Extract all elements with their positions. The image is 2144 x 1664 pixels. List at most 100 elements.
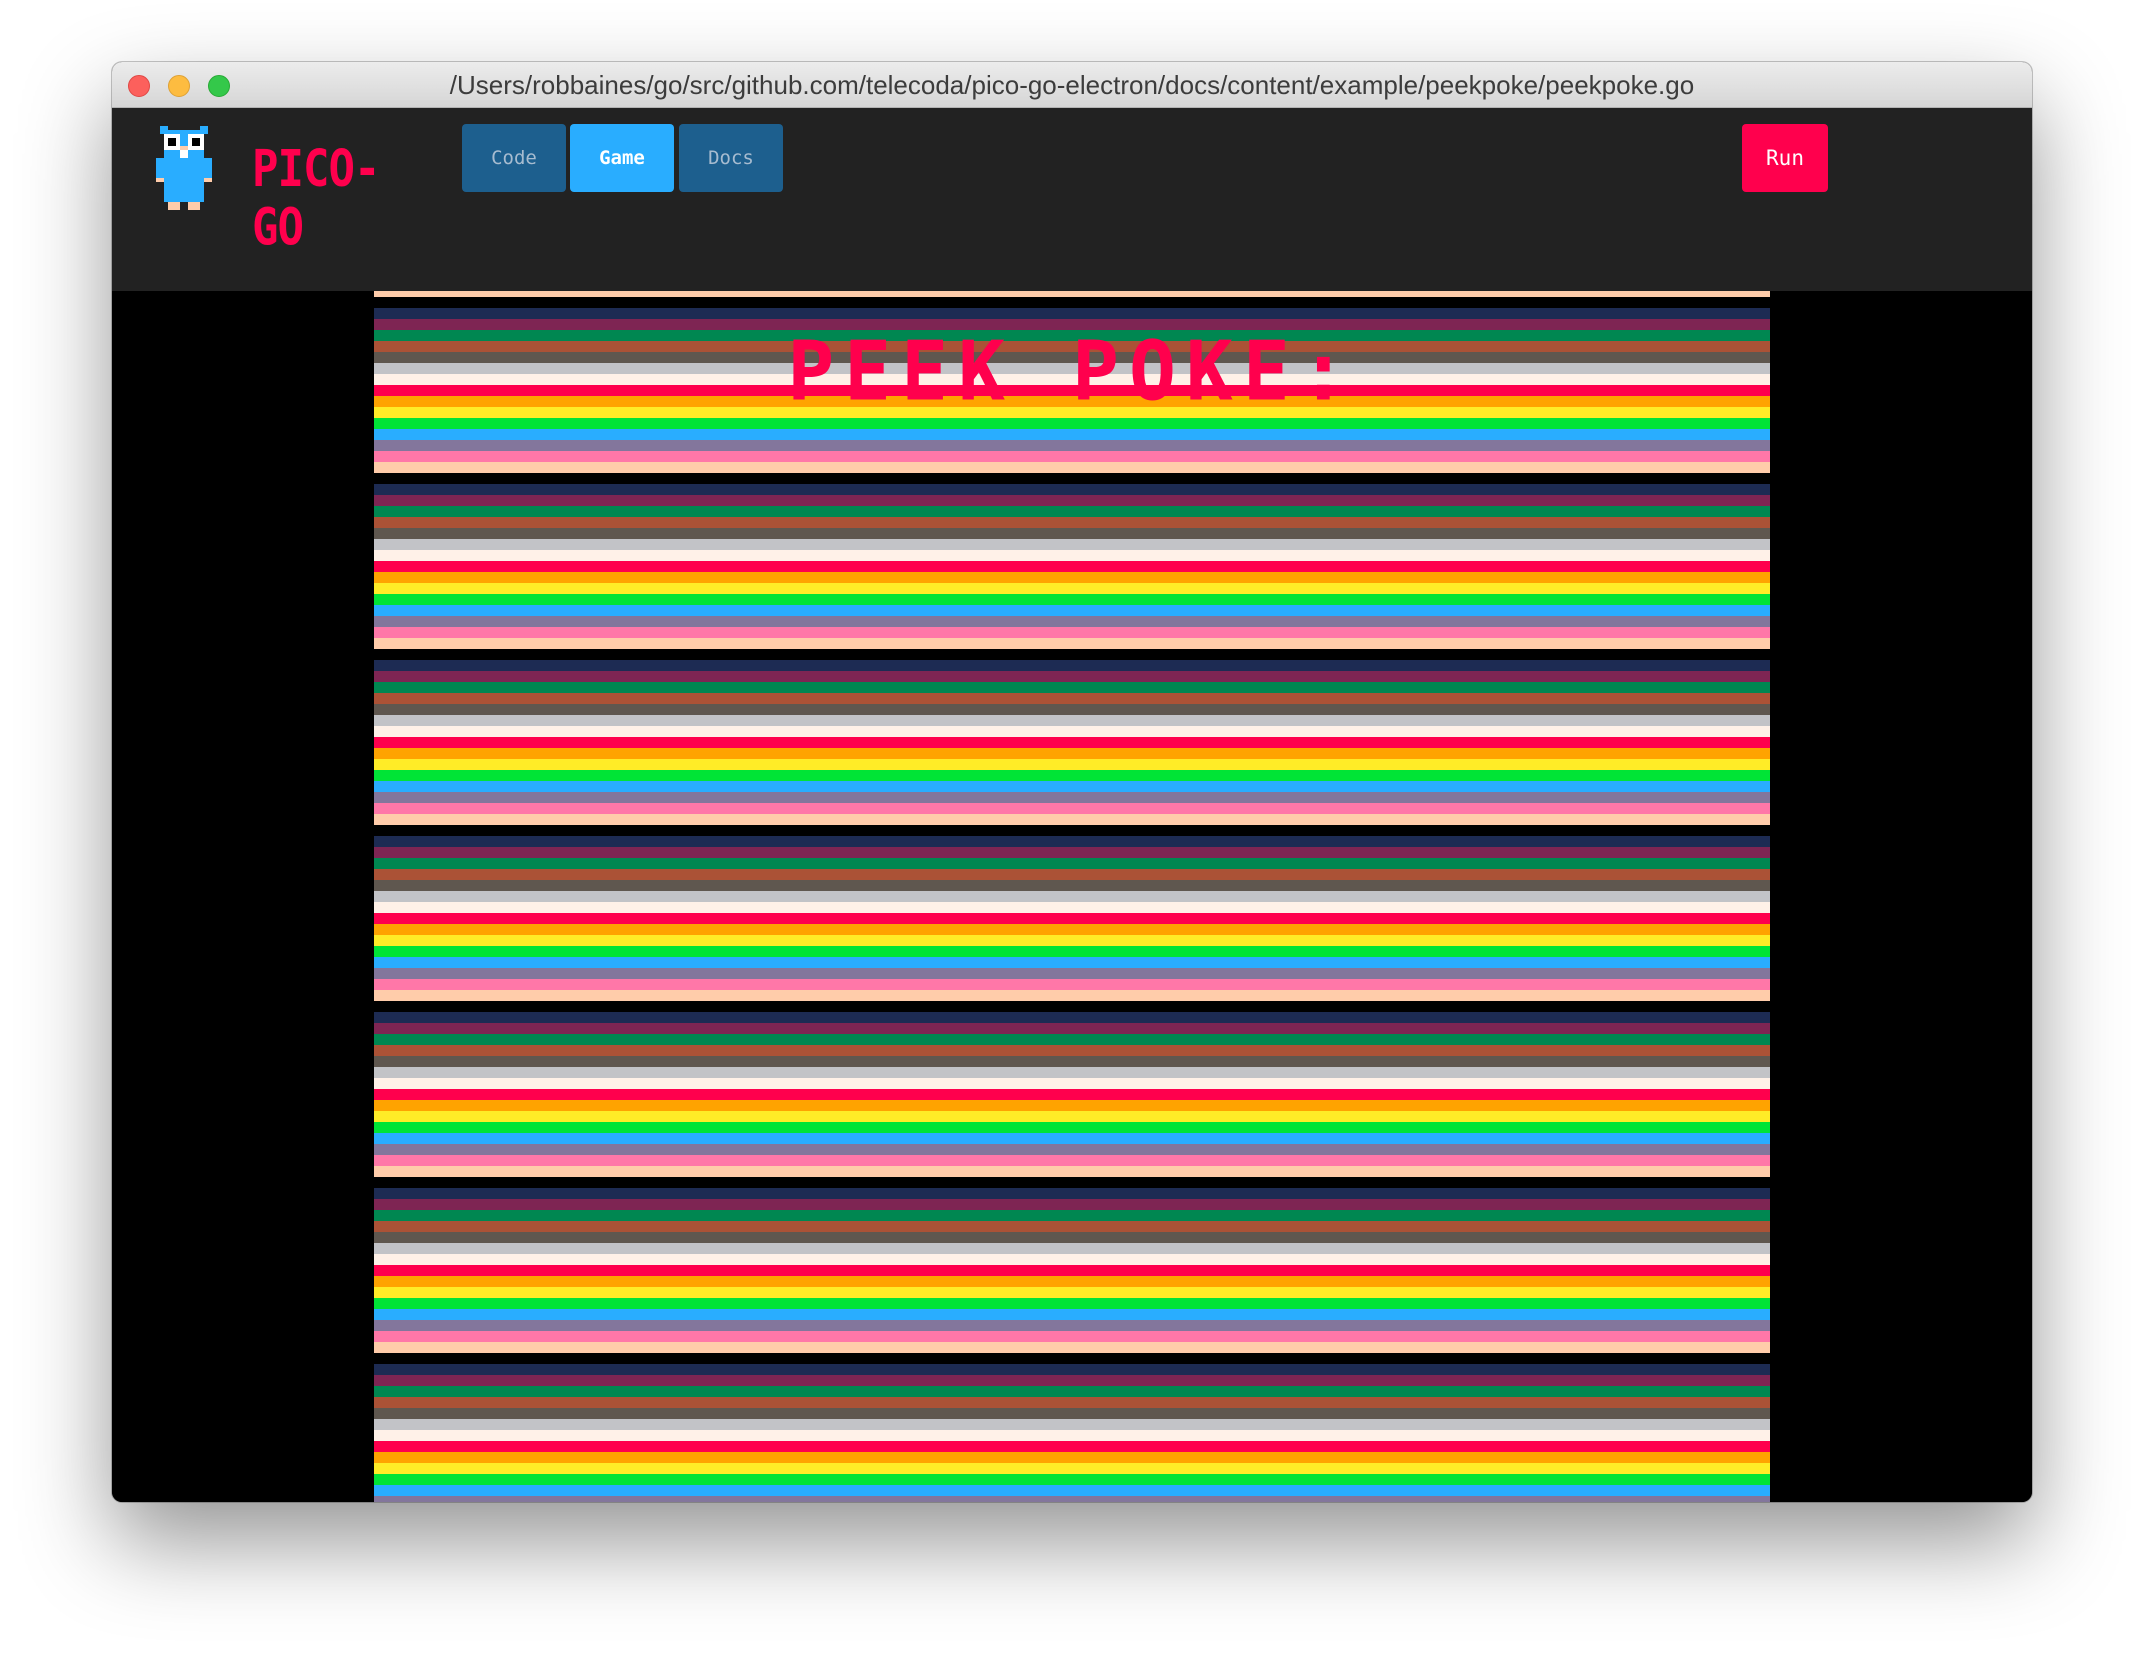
palette-stripe xyxy=(374,594,1770,605)
palette-stripe xyxy=(374,836,1770,847)
palette-stripe xyxy=(374,308,1770,319)
palette-stripe xyxy=(374,1430,1770,1441)
palette-stripe xyxy=(374,1067,1770,1078)
palette-stripe xyxy=(374,946,1770,957)
palette-stripe xyxy=(374,682,1770,693)
palette-stripe xyxy=(374,1210,1770,1221)
palette-stripe xyxy=(374,1243,1770,1254)
palette-stripe xyxy=(374,770,1770,781)
logo-text: PICO-GO xyxy=(252,140,380,258)
palette-stripe xyxy=(374,440,1770,451)
palette-stripe xyxy=(374,649,1770,660)
palette-stripe xyxy=(374,935,1770,946)
palette-stripe xyxy=(374,627,1770,638)
palette-stripe xyxy=(374,1309,1770,1320)
gopher-icon xyxy=(156,126,212,210)
palette-stripe xyxy=(374,1265,1770,1276)
palette-stripe xyxy=(374,1441,1770,1452)
palette-stripe xyxy=(374,1056,1770,1067)
palette-stripe xyxy=(374,1012,1770,1023)
palette-stripe xyxy=(374,605,1770,616)
palette-stripe xyxy=(374,1496,1770,1502)
palette-stripe xyxy=(374,1023,1770,1034)
palette-stripe xyxy=(374,1320,1770,1331)
palette-stripe xyxy=(374,561,1770,572)
palette-stripe xyxy=(374,506,1770,517)
palette-stripe xyxy=(374,726,1770,737)
palette-stripe xyxy=(374,715,1770,726)
title-bar[interactable]: /Users/robbaines/go/src/github.com/telec… xyxy=(112,62,2032,108)
palette-stripe xyxy=(374,484,1770,495)
palette-stripe xyxy=(374,1122,1770,1133)
palette-stripe xyxy=(374,1188,1770,1199)
tab-docs[interactable]: Docs xyxy=(679,124,783,192)
palette-stripe xyxy=(374,968,1770,979)
palette-stripe xyxy=(374,1463,1770,1474)
palette-stripe xyxy=(374,693,1770,704)
palette-stripe xyxy=(374,1408,1770,1419)
palette-stripe xyxy=(374,1111,1770,1122)
window-title: /Users/robbaines/go/src/github.com/telec… xyxy=(449,70,1695,100)
app-window: /Users/robbaines/go/src/github.com/telec… xyxy=(112,62,2032,1502)
palette-stripe xyxy=(374,1298,1770,1309)
palette-stripe xyxy=(374,748,1770,759)
tab-game[interactable]: Game xyxy=(570,124,674,192)
palette-stripe xyxy=(374,781,1770,792)
palette-stripe xyxy=(374,550,1770,561)
palette-stripe xyxy=(374,1287,1770,1298)
palette-stripe xyxy=(374,1221,1770,1232)
palette-stripe xyxy=(374,759,1770,770)
palette-stripe xyxy=(374,957,1770,968)
palette-stripe xyxy=(374,1034,1770,1045)
palette-stripe xyxy=(374,1001,1770,1012)
palette-stripe xyxy=(374,825,1770,836)
palette-stripe xyxy=(374,858,1770,869)
palette-stripe xyxy=(374,1199,1770,1210)
run-button[interactable]: Run xyxy=(1742,124,1828,192)
palette-stripe xyxy=(374,495,1770,506)
palette-stripe xyxy=(374,517,1770,528)
palette-stripe xyxy=(374,1386,1770,1397)
palette-stripe xyxy=(374,1078,1770,1089)
palette-stripe xyxy=(374,902,1770,913)
palette-stripe xyxy=(374,1375,1770,1386)
palette-stripe xyxy=(374,539,1770,550)
app-toolbar: PICO-GO Code Game Docs Run xyxy=(112,108,2032,291)
palette-stripe xyxy=(374,1045,1770,1056)
palette-stripe xyxy=(374,1177,1770,1188)
game-screen[interactable]: PEEK POKE: xyxy=(374,291,1770,1502)
palette-stripe xyxy=(374,1419,1770,1430)
app-logo: PICO-GO xyxy=(152,118,392,257)
palette-stripe xyxy=(374,1166,1770,1177)
palette-stripe xyxy=(374,462,1770,473)
palette-stripe xyxy=(374,616,1770,627)
palette-stripe xyxy=(374,418,1770,429)
palette-stripe xyxy=(374,1397,1770,1408)
tab-code[interactable]: Code xyxy=(462,124,566,192)
palette-stripe xyxy=(374,473,1770,484)
palette-stripe xyxy=(374,1452,1770,1463)
game-area: PEEK POKE: xyxy=(112,291,2032,1502)
palette-stripe xyxy=(374,891,1770,902)
palette-stripe xyxy=(374,1089,1770,1100)
palette-stripe xyxy=(374,979,1770,990)
palette-stripe xyxy=(374,1342,1770,1353)
palette-stripe xyxy=(374,451,1770,462)
palette-stripe xyxy=(374,572,1770,583)
palette-stripe xyxy=(374,847,1770,858)
palette-stripe xyxy=(374,660,1770,671)
palette-stripe xyxy=(374,814,1770,825)
palette-stripe xyxy=(374,792,1770,803)
palette-stripe xyxy=(374,1364,1770,1375)
palette-stripe xyxy=(374,297,1770,308)
palette-stripe xyxy=(374,1331,1770,1342)
palette-stripe xyxy=(374,1155,1770,1166)
palette-stripe xyxy=(374,1276,1770,1287)
game-title: PEEK POKE: xyxy=(787,324,1357,420)
palette-stripe xyxy=(374,1485,1770,1496)
palette-stripe xyxy=(374,1353,1770,1364)
palette-stripe xyxy=(374,924,1770,935)
palette-stripe xyxy=(374,1133,1770,1144)
palette-stripe xyxy=(374,429,1770,440)
palette-stripe xyxy=(374,583,1770,594)
